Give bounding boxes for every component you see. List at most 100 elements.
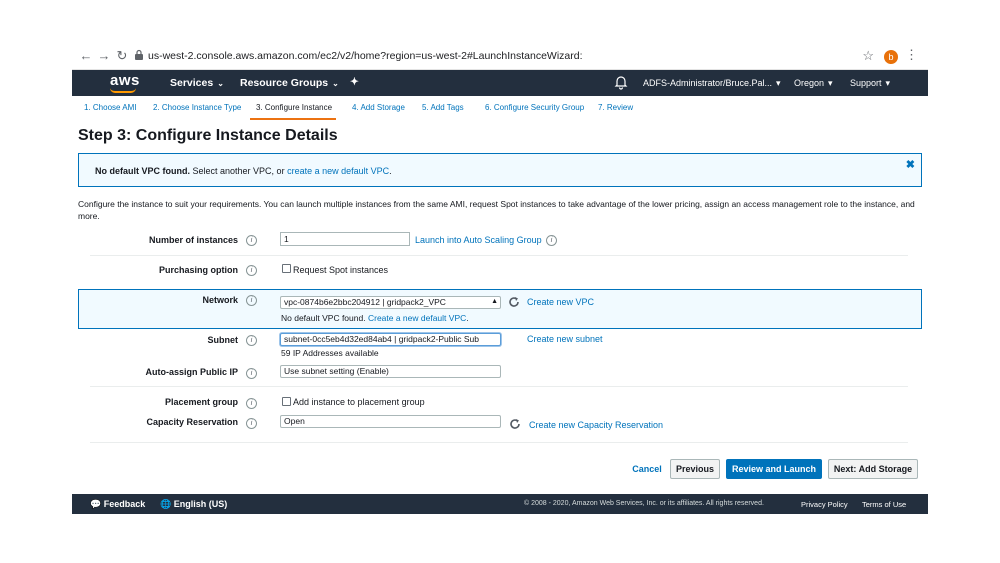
network-select[interactable]: vpc-0874b6e2bbc204912 | gridpack2_VPC ▲ [280, 296, 501, 309]
pin-icon[interactable]: ✦ [350, 76, 359, 88]
tab-add-storage[interactable]: 4. Add Storage [352, 103, 405, 112]
number-of-instances-input[interactable]: 1 [280, 232, 410, 246]
info-icon[interactable]: i [246, 265, 257, 276]
cancel-button[interactable]: Cancel [628, 459, 666, 479]
chevron-down-icon: ⌄ [217, 79, 224, 88]
auto-assign-ip-select[interactable]: Use subnet setting (Enable) [280, 365, 501, 378]
back-arrow-icon[interactable]: ← [78, 48, 94, 64]
review-and-launch-button[interactable]: Review and Launch [726, 459, 822, 479]
tab-add-tags[interactable]: 5. Add Tags [422, 103, 464, 112]
info-icon[interactable]: i [546, 235, 557, 246]
info-icon[interactable]: i [246, 418, 257, 429]
create-capacity-reservation-link[interactable]: Create new Capacity Reservation [529, 420, 663, 430]
info-icon[interactable]: i [246, 235, 257, 246]
create-default-vpc-link-2[interactable]: Create a new default VPC [368, 313, 466, 323]
page-title: Step 3: Configure Instance Details [78, 127, 338, 144]
tab-choose-ami[interactable]: 1. Choose AMI [84, 103, 136, 112]
resource-groups-menu[interactable]: Resource Groups ⌄ [240, 77, 339, 89]
language-label: English (US) [173, 499, 228, 509]
network-note: No default VPC found. Create a new defau… [281, 313, 469, 323]
chevron-down-icon: ▾ [885, 78, 891, 88]
capacity-reservation-label: Capacity Reservation [146, 417, 238, 427]
tab-configure-security-group[interactable]: 6. Configure Security Group [485, 103, 584, 112]
spot-instances-label: Request Spot instances [293, 265, 389, 275]
subnet-select[interactable]: subnet-0cc5eb4d32ed84ab4 | gridpack2-Pub… [280, 333, 501, 346]
bookmark-star-icon[interactable]: ☆ [862, 48, 874, 64]
refresh-icon[interactable] [508, 296, 520, 308]
tab-configure-instance[interactable]: 3. Configure Instance [256, 103, 332, 112]
create-new-subnet-link[interactable]: Create new subnet [527, 334, 603, 344]
tab-review[interactable]: 7. Review [598, 103, 633, 112]
info-icon[interactable]: i [246, 368, 257, 379]
language-selector[interactable]: 🌐 English (US) [160, 499, 227, 510]
create-default-vpc-link[interactable]: create a new default VPC [287, 166, 389, 176]
tab-choose-instance-type[interactable]: 2. Choose Instance Type [153, 103, 241, 112]
divider [90, 386, 908, 387]
auto-scaling-link[interactable]: Launch into Auto Scaling Group [415, 235, 542, 245]
terms-of-use-link[interactable]: Terms of Use [862, 500, 906, 509]
region-label: Oregon [794, 78, 825, 88]
info-icon[interactable]: i [246, 398, 257, 409]
region-menu[interactable]: Oregon ▾ [794, 78, 833, 89]
create-new-vpc-link[interactable]: Create new VPC [527, 297, 594, 307]
resource-groups-label: Resource Groups [240, 77, 329, 89]
placement-group-checkbox[interactable] [282, 397, 291, 406]
support-menu[interactable]: Support ▾ [850, 78, 890, 89]
bell-icon[interactable] [614, 74, 628, 90]
divider [90, 442, 908, 443]
select-arrows-icon: ▲ [491, 298, 498, 305]
banner-suffix: . [389, 166, 392, 176]
next-add-storage-button[interactable]: Next: Add Storage [828, 459, 918, 479]
info-icon[interactable]: i [246, 295, 257, 306]
subnet-select-value: subnet-0cc5eb4d32ed84ab4 | gridpack2-Pub… [284, 334, 480, 344]
browser-menu-icon[interactable]: ⋮ [905, 47, 918, 63]
services-menu[interactable]: Services ⌄ [170, 77, 224, 89]
auto-assign-ip-value: Use subnet setting (Enable) [284, 366, 389, 376]
copyright-text: © 2008 - 2020, Amazon Web Services, Inc.… [524, 500, 764, 507]
network-note-suffix: . [466, 313, 469, 323]
info-banner: No default VPC found. Select another VPC… [78, 153, 922, 187]
feedback-icon: 💬 [90, 499, 102, 509]
feedback-link[interactable]: 💬 Feedback [90, 499, 145, 510]
divider [90, 255, 908, 256]
lock-icon [135, 49, 143, 60]
account-label: ADFS-Administrator/Bruce.Pal... [643, 78, 773, 88]
active-tab-indicator [250, 118, 336, 120]
banner-bold: No default VPC found. [95, 166, 190, 176]
refresh-icon[interactable] [509, 418, 521, 430]
info-icon[interactable]: i [246, 335, 257, 346]
account-menu[interactable]: ADFS-Administrator/Bruce.Pal... ▾ [643, 78, 781, 89]
capacity-reservation-select[interactable]: Open [280, 415, 501, 428]
chevron-down-icon: ▾ [828, 78, 833, 88]
wizard-steps: 1. Choose AMI 2. Choose Instance Type 3.… [72, 96, 928, 120]
aws-logo-smile [110, 88, 136, 93]
profile-avatar[interactable]: b [884, 50, 898, 64]
chevron-down-icon: ⌄ [332, 79, 339, 88]
number-of-instances-label: Number of instances [148, 235, 238, 245]
footer: 💬 Feedback 🌐 English (US) © 2008 - 2020,… [72, 494, 928, 514]
placement-group-checkbox-label: Add instance to placement group [293, 397, 425, 407]
aws-logo[interactable]: aws [110, 72, 140, 89]
aws-top-nav: aws Services ⌄ Resource Groups ⌄ ✦ ADFS-Ad… [72, 70, 928, 96]
network-label: Network [202, 295, 238, 305]
forward-arrow-icon[interactable]: → [96, 48, 112, 64]
globe-icon: 🌐 [160, 499, 172, 509]
page-description: Configure the instance to suit your requ… [78, 199, 915, 221]
close-icon[interactable]: ✖ [906, 158, 915, 171]
capacity-reservation-value: Open [284, 416, 305, 426]
spot-instances-checkbox[interactable] [282, 264, 291, 273]
previous-button[interactable]: Previous [670, 459, 720, 479]
network-select-value: vpc-0874b6e2bbc204912 | gridpack2_VPC [284, 297, 446, 307]
address-bar[interactable]: us-west-2.console.aws.amazon.com/ec2/v2/… [148, 50, 583, 62]
network-note-text: No default VPC found. [281, 313, 366, 323]
placement-group-label: Placement group [164, 397, 238, 407]
ip-addresses-available: 59 IP Addresses available [281, 348, 379, 358]
services-label: Services [170, 77, 214, 89]
privacy-policy-link[interactable]: Privacy Policy [801, 500, 848, 509]
auto-assign-ip-label: Auto-assign Public IP [145, 367, 238, 377]
banner-message: Select another VPC, or [192, 166, 285, 176]
subnet-label: Subnet [207, 335, 239, 345]
chevron-down-icon: ▾ [776, 78, 781, 88]
reload-icon[interactable]: ↻ [114, 48, 130, 64]
support-label: Support [850, 78, 882, 88]
